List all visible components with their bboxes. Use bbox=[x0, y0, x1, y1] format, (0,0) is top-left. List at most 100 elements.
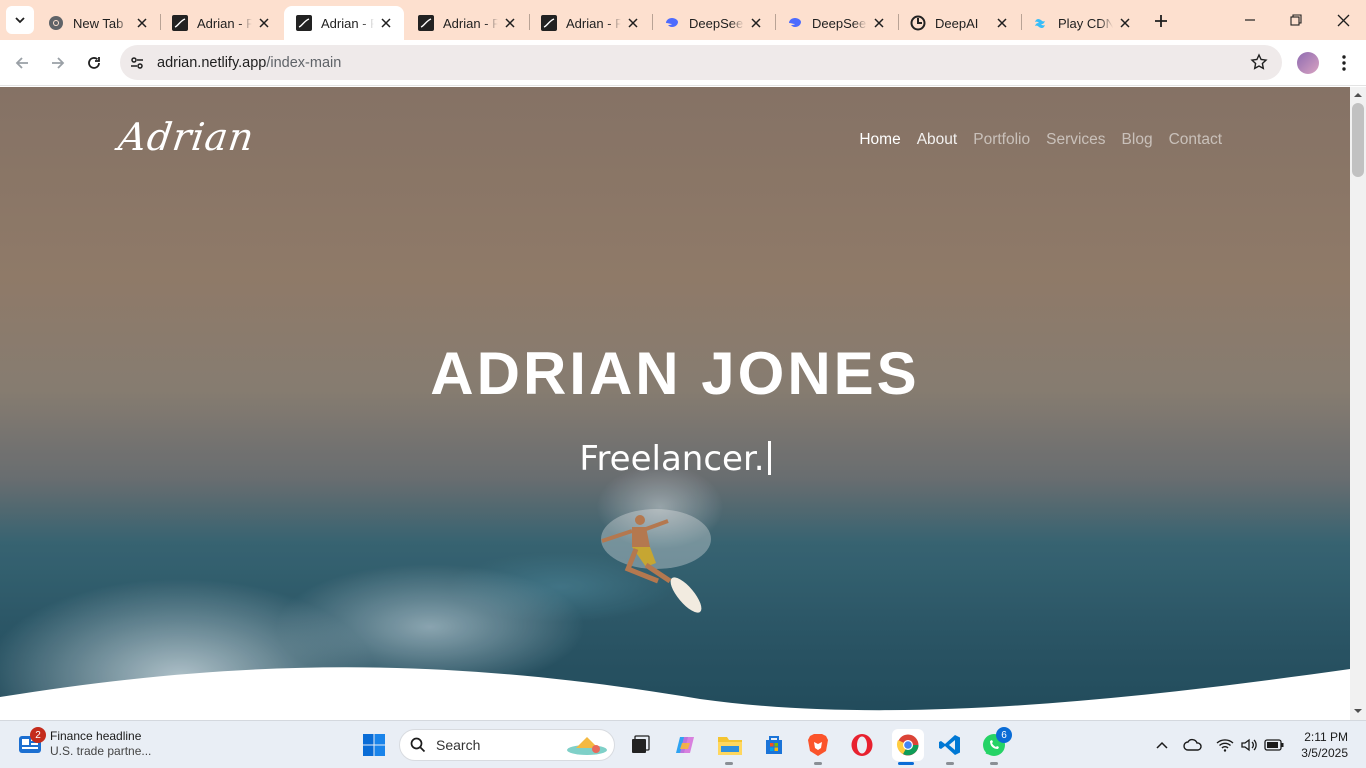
address-bar[interactable]: adrian.netlify.app/index-main bbox=[120, 45, 1282, 80]
news-subtitle: U.S. trade partne... bbox=[50, 744, 152, 758]
hero-title: ADRIAN JONES bbox=[430, 340, 920, 407]
nav-blog[interactable]: Blog bbox=[1122, 131, 1153, 149]
browser-menu-button[interactable] bbox=[1334, 52, 1354, 74]
microsoft-store-icon[interactable] bbox=[760, 731, 788, 759]
onedrive-icon[interactable] bbox=[1183, 735, 1203, 755]
url-host: adrian.netlify.app bbox=[157, 54, 267, 71]
more-vertical-icon bbox=[1342, 55, 1346, 71]
arrow-right-icon bbox=[52, 57, 65, 69]
news-badge: 2 bbox=[30, 727, 46, 743]
arrow-left-icon bbox=[15, 57, 28, 69]
taskbar-search[interactable]: Search bbox=[399, 729, 615, 761]
reload-icon bbox=[88, 57, 100, 69]
copilot-icon[interactable] bbox=[672, 731, 700, 759]
tab-play-cdn[interactable]: Play CDN bbox=[1021, 6, 1143, 40]
wifi-icon[interactable] bbox=[1215, 735, 1235, 755]
close-icon[interactable] bbox=[502, 15, 518, 31]
adrian-favicon-icon bbox=[296, 15, 312, 31]
task-view-icon[interactable] bbox=[626, 731, 654, 759]
tab-title: Adrian - Personal Portfolio bbox=[321, 15, 374, 31]
search-highlight-icon bbox=[567, 737, 607, 755]
bookmark-star-icon[interactable] bbox=[1250, 53, 1268, 76]
close-icon[interactable] bbox=[871, 15, 887, 31]
close-icon[interactable] bbox=[625, 15, 641, 31]
url-text[interactable]: adrian.netlify.app/index-main bbox=[157, 55, 341, 71]
tab-new-tab[interactable]: New Tab bbox=[36, 6, 160, 40]
whatsapp-badge: 6 bbox=[996, 727, 1012, 743]
restore-button[interactable] bbox=[1284, 8, 1308, 32]
adrian-favicon-icon bbox=[541, 15, 557, 31]
scroll-down-icon[interactable] bbox=[1354, 707, 1362, 715]
tab-deepseek-2[interactable]: DeepSeek bbox=[775, 6, 897, 40]
adrian-favicon-icon bbox=[418, 15, 434, 31]
restore-icon bbox=[1290, 14, 1302, 26]
tab-adrian-3[interactable]: Adrian - Personal Portfolio bbox=[406, 6, 528, 40]
profile-avatar[interactable] bbox=[1297, 52, 1319, 74]
chevron-down-icon bbox=[15, 17, 25, 24]
minimize-button[interactable] bbox=[1238, 8, 1262, 32]
windows-taskbar: 2 Finance headline U.S. trade partne... … bbox=[0, 720, 1366, 768]
deepseek-icon bbox=[787, 15, 803, 31]
tab-deepai[interactable]: DeepAI bbox=[898, 6, 1020, 40]
close-icon bbox=[1337, 14, 1349, 26]
tab-adrian-active[interactable]: Adrian - Personal Portfolio bbox=[284, 6, 404, 40]
tab-search-button[interactable] bbox=[6, 6, 34, 34]
close-icon[interactable] bbox=[256, 15, 272, 31]
chrome-taskbar-icon[interactable] bbox=[892, 729, 924, 761]
surfer-image bbox=[601, 509, 711, 613]
clock-date: 3/5/2025 bbox=[1301, 746, 1348, 760]
plus-icon bbox=[1155, 15, 1167, 27]
search-label: Search bbox=[436, 737, 481, 753]
file-explorer-icon[interactable] bbox=[716, 731, 744, 759]
tab-title: DeepSeek bbox=[812, 15, 867, 31]
deepseek-icon bbox=[664, 15, 680, 31]
whatsapp-icon[interactable]: 6 bbox=[980, 727, 1012, 759]
tab-title: Adrian - Personal Portfolio bbox=[197, 15, 252, 31]
battery-icon[interactable] bbox=[1264, 735, 1284, 755]
tab-title: DeepSeek bbox=[689, 15, 744, 31]
news-widget[interactable]: 2 Finance headline U.S. trade partne... bbox=[18, 727, 152, 759]
tab-adrian-4[interactable]: Adrian - Personal Portfolio bbox=[529, 6, 651, 40]
opera-browser-icon[interactable] bbox=[848, 731, 876, 759]
url-path: /index-main bbox=[266, 54, 342, 71]
reload-button[interactable] bbox=[79, 48, 109, 78]
site-info-button[interactable] bbox=[123, 49, 151, 77]
nav-portfolio[interactable]: Portfolio bbox=[973, 131, 1030, 149]
close-icon[interactable] bbox=[994, 15, 1010, 31]
search-icon bbox=[410, 737, 426, 753]
close-icon[interactable] bbox=[748, 15, 764, 31]
nav-home[interactable]: Home bbox=[859, 131, 900, 149]
back-button[interactable] bbox=[7, 48, 37, 78]
tab-title: DeepAI bbox=[935, 15, 979, 31]
site-logo[interactable]: Adrian bbox=[116, 115, 257, 159]
browser-toolbar: adrian.netlify.app/index-main bbox=[0, 40, 1366, 86]
page-scrollbar[interactable] bbox=[1350, 87, 1366, 720]
close-icon[interactable] bbox=[378, 15, 394, 31]
scrollbar-thumb[interactable] bbox=[1352, 103, 1364, 177]
tab-strip: New Tab Adrian - Personal Portfolio Adri… bbox=[0, 0, 1366, 40]
tab-title: Adrian - Personal Portfolio bbox=[566, 15, 621, 31]
nav-about[interactable]: About bbox=[917, 131, 958, 149]
close-icon[interactable] bbox=[134, 15, 150, 31]
close-window-button[interactable] bbox=[1331, 8, 1355, 32]
hero-typed-text: Freelancer. bbox=[579, 439, 765, 479]
page-viewport: Adrian Home About Portfolio Services Blo… bbox=[0, 87, 1350, 720]
clock-time: 2:11 PM bbox=[1304, 730, 1348, 744]
tab-deepseek-1[interactable]: DeepSeek bbox=[652, 6, 774, 40]
forward-button[interactable] bbox=[43, 48, 73, 78]
tailwind-icon bbox=[1033, 15, 1049, 31]
volume-icon[interactable] bbox=[1240, 735, 1260, 755]
tab-adrian-1[interactable]: Adrian - Personal Portfolio bbox=[160, 6, 282, 40]
scroll-up-icon[interactable] bbox=[1354, 91, 1362, 99]
nav-contact[interactable]: Contact bbox=[1169, 131, 1222, 149]
chrome-icon bbox=[48, 15, 64, 31]
new-tab-button[interactable] bbox=[1150, 10, 1172, 32]
vscode-icon[interactable] bbox=[936, 731, 964, 759]
brave-browser-icon[interactable] bbox=[804, 731, 832, 759]
show-hidden-icons-icon[interactable] bbox=[1152, 735, 1172, 755]
system-clock[interactable]: 2:11 PM 3/5/2025 bbox=[1290, 729, 1348, 761]
nav-services[interactable]: Services bbox=[1046, 131, 1105, 149]
hero-bottom-curve bbox=[0, 667, 1350, 720]
close-icon[interactable] bbox=[1117, 15, 1133, 31]
windows-start-icon[interactable] bbox=[362, 733, 386, 757]
